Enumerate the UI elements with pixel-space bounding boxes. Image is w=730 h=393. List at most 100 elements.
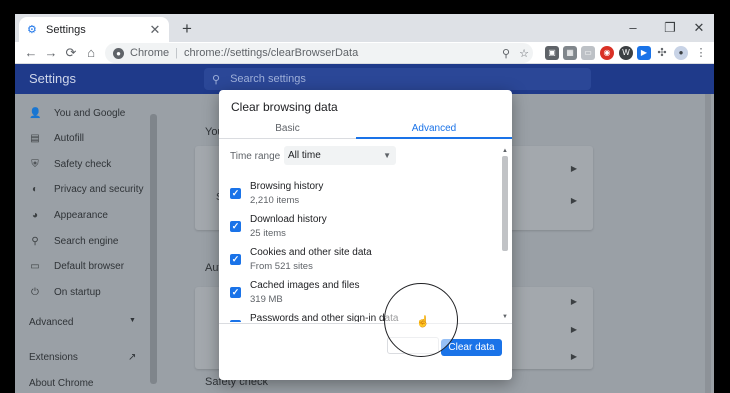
option-subtitle: From 521 sites [250, 261, 313, 272]
sidebar-item-default-browser[interactable]: ▭ Default browser [15, 256, 161, 276]
forward-button[interactable]: → [42, 43, 60, 63]
sidebar-item-on-startup[interactable]: ⏻ On startup [15, 282, 161, 302]
menu-icon[interactable]: ⋮ [694, 46, 708, 60]
browser-window: ⚙ Settings ✕ + – ❐ ✕ ← → ⟳ ⌂ ● Chrome | … [15, 14, 714, 393]
dialog-title: Clear browsing data [231, 100, 338, 114]
sidebar-item-safety-check[interactable]: ⛨ Safety check [15, 154, 161, 174]
minimize-button[interactable]: – [623, 19, 643, 37]
clipboard-icon: ▤ [30, 132, 40, 144]
star-icon[interactable]: ☆ [515, 47, 533, 60]
profile-icon[interactable]: ● [674, 46, 688, 60]
option-subtitle: 319 MB [250, 294, 283, 305]
close-window-button[interactable]: ✕ [689, 19, 709, 37]
url-text: chrome://settings/clearBrowserData [183, 47, 359, 59]
address-bar[interactable]: ● Chrome | chrome://settings/clearBrowse… [105, 43, 533, 63]
chevron-right-icon: ▶ [570, 297, 577, 306]
close-tab-icon[interactable]: ✕ [147, 22, 163, 38]
sidebar-advanced[interactable]: Advanced ▼ [29, 317, 136, 328]
scroll-up-icon[interactable]: ▲ [501, 148, 509, 154]
main-scrollbar[interactable] [705, 94, 711, 393]
home-button[interactable]: ⌂ [82, 43, 100, 63]
sidebar-item-you-and-google[interactable]: 👤 You and Google [15, 103, 161, 123]
puzzle-icon[interactable]: ✣ [655, 46, 669, 60]
dialog-body: Time range All time ▼ ✓ Browsing history… [219, 140, 512, 322]
settings-search-input[interactable]: ⚲ Search settings [204, 68, 591, 90]
extensions-label: Extensions [29, 352, 78, 363]
option-cookies[interactable]: ✓ Cookies and other site data From 521 s… [230, 247, 495, 277]
reload-button[interactable]: ⟳ [62, 43, 80, 63]
separator: | [175, 47, 178, 59]
hand-cursor-icon: ☝ [416, 316, 430, 328]
chevron-right-icon: ▶ [570, 352, 577, 361]
option-subtitle: 2,210 items [250, 195, 300, 206]
sidebar-item-label: Appearance [54, 209, 108, 221]
clear-browsing-data-dialog: Clear browsing data Basic Advanced Time … [219, 90, 512, 380]
sidebar-item-search-engine[interactable]: ⚲ Search engine [15, 231, 161, 251]
option-title: Passwords and other sign-in data [250, 313, 399, 322]
shield-icon: ⛨ [31, 158, 39, 170]
back-button[interactable]: ← [22, 43, 40, 63]
option-title: Browsing history [250, 181, 324, 192]
sidebar-item-autofill[interactable]: ▤ Autofill [15, 128, 161, 148]
sidebar-item-privacy[interactable]: ◐ Privacy and security [15, 179, 161, 199]
sidebar-item-label: Autofill [54, 132, 85, 144]
tab-strip: ⚙ Settings ✕ + – ❐ ✕ [15, 14, 714, 42]
sidebar-item-label: Safety check [54, 158, 112, 170]
option-title: Cookies and other site data [250, 247, 372, 258]
person-icon: 👤 [29, 107, 42, 119]
page-title: Settings [29, 71, 76, 86]
search-icon: ⚲ [212, 73, 221, 86]
advanced-label: Advanced [29, 317, 74, 328]
ext-6-icon[interactable]: ▶ [637, 46, 651, 60]
ext-1-icon[interactable]: ▣ [545, 46, 559, 60]
tab-basic[interactable]: Basic [219, 122, 356, 139]
power-icon: ⏻ [31, 286, 39, 298]
checkbox-checked-icon[interactable]: ✓ [230, 188, 241, 199]
tab-title: Settings [46, 23, 86, 36]
chevron-right-icon: ▶ [570, 325, 577, 334]
chevron-down-icon: ▼ [383, 151, 391, 160]
maximize-button[interactable]: ❐ [660, 19, 680, 37]
dialog-tabs: Basic Advanced [219, 122, 512, 139]
option-title: Cached images and files [250, 280, 360, 291]
checkbox-checked-icon[interactable]: ✓ [230, 221, 241, 232]
dialog-scroll-thumb[interactable] [502, 156, 508, 251]
option-download-history[interactable]: ✓ Download history 25 items [230, 214, 495, 244]
option-subtitle: 25 items [250, 228, 286, 239]
chrome-site-icon: ● [113, 47, 124, 59]
checkbox-checked-icon[interactable]: ✓ [230, 287, 241, 298]
checkbox-checked-icon[interactable]: ✓ [230, 320, 241, 322]
sidebar-about-chrome[interactable]: About Chrome [29, 378, 93, 389]
search-icon[interactable]: ⚲ [497, 47, 515, 60]
sidebar-item-label: Default browser [54, 260, 125, 272]
scroll-down-icon[interactable]: ▼ [501, 314, 509, 320]
gear-icon: ⚙ [27, 23, 37, 36]
chevron-right-icon: ▶ [570, 164, 577, 173]
sidebar-extensions[interactable]: Extensions ↗ [29, 352, 136, 363]
dialog-footer: Clear data [219, 323, 512, 380]
ext-4-icon[interactable]: ◉ [600, 46, 614, 60]
dialog-scrollbar[interactable]: ▲ ▼ [501, 148, 509, 323]
ext-5-icon[interactable]: W [619, 46, 633, 60]
site-label: Chrome [130, 47, 170, 59]
new-tab-button[interactable]: + [177, 19, 197, 39]
sidebar-item-label: On startup [54, 286, 101, 298]
chevron-down-icon: ▼ [129, 317, 136, 324]
sidebar-scrollbar[interactable] [150, 114, 157, 384]
sidebar-item-label: Privacy and security [54, 183, 144, 195]
external-link-icon: ↗ [128, 352, 137, 363]
time-range-value: All time [288, 150, 321, 161]
browser-icon: ▭ [30, 260, 40, 272]
time-range-select[interactable]: All time ▼ [284, 146, 396, 165]
checkbox-checked-icon[interactable]: ✓ [230, 254, 241, 265]
browser-toolbar: ← → ⟳ ⌂ ● Chrome | chrome://settings/cle… [15, 42, 714, 64]
tab-advanced[interactable]: Advanced [356, 122, 512, 139]
ext-3-icon[interactable]: ▭ [581, 46, 595, 60]
sidebar-item-label: Search engine [54, 235, 119, 247]
option-browsing-history[interactable]: ✓ Browsing history 2,210 items [230, 181, 495, 211]
tab-settings[interactable]: ⚙ Settings ✕ [19, 17, 169, 42]
ext-2-icon[interactable]: ▦ [563, 46, 577, 60]
option-title: Download history [250, 214, 327, 225]
search-icon: ⚲ [31, 235, 39, 247]
sidebar-item-appearance[interactable]: ◕ Appearance [15, 205, 161, 225]
